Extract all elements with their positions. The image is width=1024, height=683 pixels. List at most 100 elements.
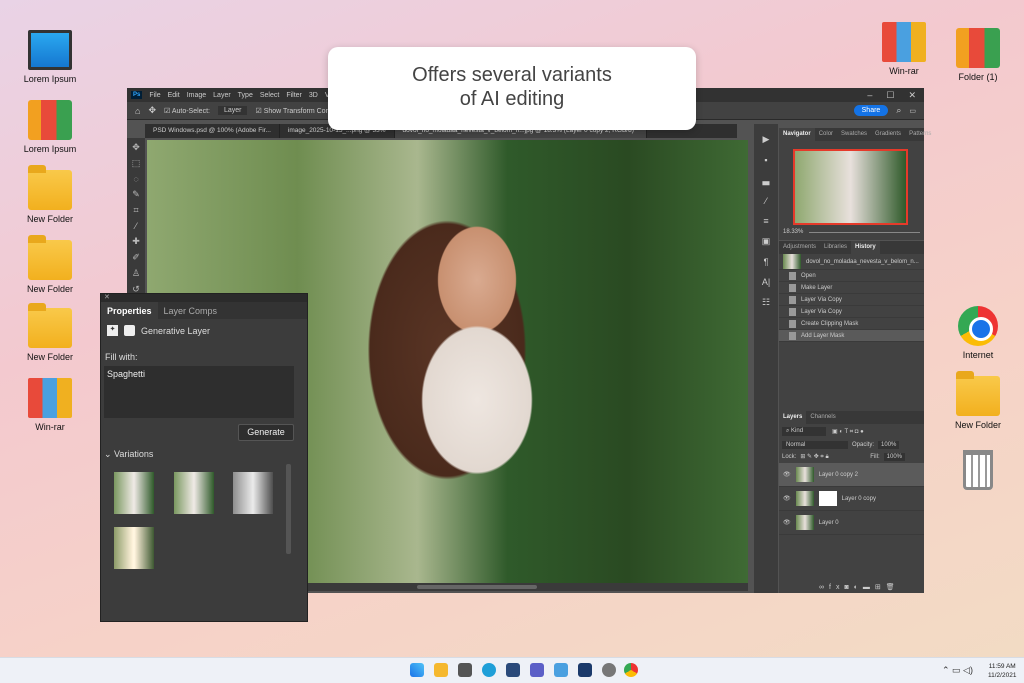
zoom-value[interactable]: 18.33% [783, 229, 803, 235]
active-app-icon[interactable] [578, 663, 592, 677]
history-item[interactable]: Make Layer [779, 282, 924, 294]
comment-icon[interactable]: ▪ [764, 155, 767, 165]
panel-tab-color[interactable]: Color [815, 128, 837, 141]
eyedropper-icon[interactable]: ⁄ [135, 221, 137, 231]
menu-filter[interactable]: Filter [286, 92, 302, 99]
zoom-slider[interactable] [809, 231, 920, 233]
layer-row[interactable]: 👁︎ Layer 0 [779, 511, 924, 535]
desktop-icon[interactable]: Win-rar [869, 22, 939, 76]
stamp-tool-icon[interactable]: ♙ [132, 268, 140, 279]
panel-tab-layers[interactable]: Layers [779, 411, 807, 424]
visibility-eye-icon[interactable]: 👁︎ [783, 471, 791, 478]
desktop-icon[interactable]: Internet [943, 306, 1013, 360]
visibility-eye-icon[interactable]: 👁︎ [783, 519, 791, 526]
crop-tool-icon[interactable]: ⌗ [133, 205, 138, 216]
lasso-tool-icon[interactable]: ◌ [133, 174, 138, 184]
desktop-icon[interactable] [943, 450, 1013, 494]
move-tool-icon[interactable]: ✥ [132, 142, 140, 153]
menu-layer[interactable]: Layer [213, 92, 231, 99]
filter-icons[interactable]: ▣ ◐ T ⌗ ◘ ● [832, 428, 864, 436]
history-snapshot[interactable]: dovol_no_moladaa_nevesta_v_belom_n... [779, 254, 924, 270]
close-panel-icon[interactable]: ✕ [104, 294, 110, 301]
menu-type[interactable]: Type [238, 92, 253, 99]
opacity-input[interactable]: 100% [878, 441, 900, 449]
tab-properties[interactable]: Properties [101, 302, 158, 319]
menu-image[interactable]: Image [187, 92, 206, 99]
file-explorer-icon[interactable] [434, 663, 448, 677]
panel-tab-libraries[interactable]: Libraries [820, 241, 851, 254]
move-tool-icon[interactable]: ✥ [148, 105, 156, 116]
adjust-icon[interactable]: ≡ [763, 216, 768, 226]
settings-icon[interactable] [602, 663, 616, 677]
desktop-icon[interactable]: New Folder [15, 165, 85, 224]
menu-file[interactable]: File [149, 92, 160, 99]
healing-brush-icon[interactable]: ✚ [132, 236, 140, 247]
panel-tab-swatches[interactable]: Swatches [837, 128, 871, 141]
home-icon[interactable]: ⌂ [135, 106, 140, 116]
app-icon[interactable] [554, 663, 568, 677]
layer-name[interactable]: Layer 0 copy 2 [819, 472, 858, 478]
desktop-icon[interactable]: Folder (1) [943, 28, 1013, 82]
layer-mask-thumbnail[interactable] [818, 491, 837, 506]
panel-tab-patterns[interactable]: Patterns [905, 128, 935, 141]
document-tab[interactable]: PSD Windows.psd @ 100% (Adobe Fir... [145, 124, 280, 138]
store-icon[interactable] [506, 663, 520, 677]
menu-3d[interactable]: 3D [309, 92, 318, 99]
link-icon[interactable]: ∞ [819, 584, 829, 591]
layer-row[interactable]: 👁︎ Layer 0 copy 2 [779, 463, 924, 487]
history-item[interactable]: Layer Via Copy [779, 306, 924, 318]
minimize-button[interactable]: – [867, 90, 872, 101]
layer-name[interactable]: Layer 0 [819, 520, 839, 526]
variation-thumbnail[interactable] [114, 472, 154, 514]
histogram-icon[interactable]: ▃ [763, 175, 770, 186]
desktop-icon[interactable]: Lorem Ipsum [15, 30, 85, 84]
start-icon[interactable] [410, 663, 424, 677]
history-item[interactable]: Add Layer Mask [779, 330, 924, 342]
layer-select[interactable]: Layer [217, 106, 248, 115]
panel-tab-adjustments[interactable]: Adjustments [779, 241, 820, 254]
variation-thumbnail[interactable] [233, 472, 273, 514]
kind-filter[interactable]: ⌕ Kind [782, 427, 826, 436]
maximize-button[interactable]: ☐ [886, 90, 894, 101]
variations-scrollbar[interactable] [286, 464, 291, 554]
close-button[interactable]: ✕ [908, 90, 916, 101]
blend-mode-select[interactable]: Normal [782, 441, 848, 449]
settings-icon[interactable]: ☷ [762, 297, 770, 308]
tray-icons[interactable]: ⌃ ▭ ◁) [942, 665, 973, 676]
menu-edit[interactable]: Edit [168, 92, 180, 99]
camera-icon[interactable] [458, 663, 472, 677]
clock[interactable]: 11:59 AM 11/2/2021 [988, 662, 1016, 680]
chrome-taskbar-icon[interactable] [624, 663, 638, 677]
desktop-icon[interactable]: Win-rar [15, 378, 85, 432]
brush-settings-icon[interactable]: ⁄ [765, 196, 767, 206]
edge-icon[interactable] [482, 663, 496, 677]
panel-tab-gradients[interactable]: Gradients [871, 128, 905, 141]
fill-input[interactable]: 100% [883, 453, 905, 461]
properties-icon[interactable]: ▣ [762, 236, 771, 247]
group-icon[interactable]: ▬ [863, 584, 875, 591]
layer-name[interactable]: Layer 0 copy [842, 496, 876, 502]
navigator-preview[interactable] [793, 149, 908, 225]
adjustment-icon[interactable]: ◐ [854, 584, 863, 591]
generate-button[interactable]: Generate [238, 424, 294, 441]
add-mask-icon[interactable]: ◙ [844, 584, 853, 591]
workspace-icon[interactable]: ▭ [909, 107, 924, 115]
history-item[interactable]: Open [779, 270, 924, 282]
paragraph-icon[interactable]: ¶ [764, 257, 769, 267]
marquee-tool-icon[interactable]: ⬚ [132, 158, 141, 169]
history-item[interactable]: Create Clipping Mask [779, 318, 924, 330]
play-icon[interactable]: ▶ [763, 134, 770, 145]
history-item[interactable]: Layer Via Copy [779, 294, 924, 306]
panel-tab-channels[interactable]: Channels [806, 411, 839, 424]
lock-icons[interactable]: ⊞ ✎ ✥ ⌗ 🔒︎ [800, 453, 828, 461]
tab-layer-comps[interactable]: Layer Comps [158, 302, 224, 319]
share-button[interactable]: Share [853, 105, 889, 116]
teams-icon[interactable] [530, 663, 544, 677]
layer-row[interactable]: 👁︎ Layer 0 copy [779, 487, 924, 511]
character-icon[interactable]: A| [762, 277, 770, 287]
variations-header[interactable]: ⌄ Variations [104, 449, 153, 460]
fill-prompt-input[interactable]: Spaghetti [104, 366, 294, 418]
quick-select-icon[interactable]: ✎ [132, 189, 140, 200]
brush-tool-icon[interactable]: ✐ [132, 252, 140, 263]
desktop-icon[interactable]: Lorem Ipsum [15, 100, 85, 154]
